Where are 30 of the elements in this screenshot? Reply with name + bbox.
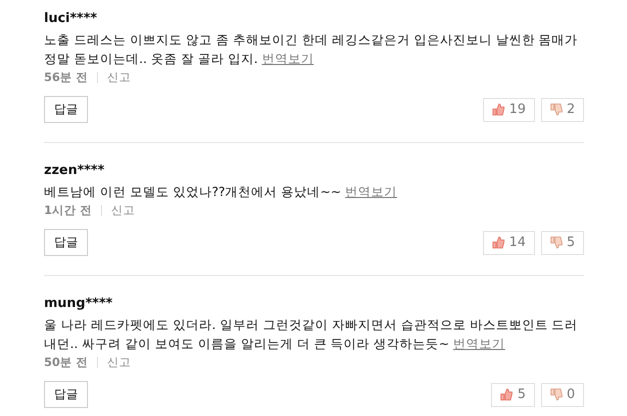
- thumbs-down-icon: [550, 388, 563, 401]
- translate-link[interactable]: 번역보기: [262, 51, 314, 66]
- translate-link[interactable]: 번역보기: [345, 184, 398, 199]
- reply-button[interactable]: 답글: [44, 381, 88, 408]
- translate-link[interactable]: 번역보기: [453, 336, 506, 351]
- thumbs-up-icon: [492, 236, 506, 249]
- reply-button[interactable]: 답글: [44, 229, 88, 256]
- comment-text: 노출 드레스는 이쁘지도 않고 좀 추해보이긴 한데 레깅스같은거 입은사진보니 날씬한 몸매가 정말 돋보이는데.. 옷좀 잘 골라 입지. 번역보기: [44, 31, 579, 68]
- username: zzen****: [44, 163, 106, 178]
- like-button[interactable]: 14: [483, 230, 535, 254]
- thumbs-down-icon: [550, 103, 563, 116]
- username: mung****: [44, 296, 114, 311]
- thumbs-up-icon: [500, 388, 514, 401]
- report-link[interactable]: 신고: [111, 203, 136, 218]
- thumbs-up-icon: [492, 103, 506, 116]
- username: luci****: [44, 11, 98, 26]
- comment-text: 울 나라 레드카펫에도 있더라. 일부러 그런것같이 자빠지면서 습관적으로 바스트뽀인트 드러내던.. 싸구려 같이 보여도 이름을 알리는게 더 큰 득이라 생각하는듯~ 번역보기: [44, 316, 579, 353]
- timestamp: 50분 전: [44, 355, 88, 370]
- like-button[interactable]: 19: [483, 98, 535, 122]
- dislike-button[interactable]: 5: [540, 230, 584, 254]
- comment-text: 베트남에 이런 모델도 있었나??개천에서 용났네~~ 번역보기: [44, 183, 398, 201]
- report-link[interactable]: 신고: [107, 70, 132, 85]
- thumbs-down-icon: [550, 236, 563, 249]
- like-button[interactable]: 5: [491, 382, 535, 406]
- reply-button[interactable]: 답글: [44, 96, 88, 123]
- dislike-button[interactable]: 2: [540, 98, 584, 122]
- timestamp: 56분 전: [44, 70, 88, 85]
- timestamp: 1시간 전: [44, 203, 92, 218]
- dislike-button[interactable]: 0: [540, 382, 584, 406]
- report-link[interactable]: 신고: [107, 355, 132, 370]
